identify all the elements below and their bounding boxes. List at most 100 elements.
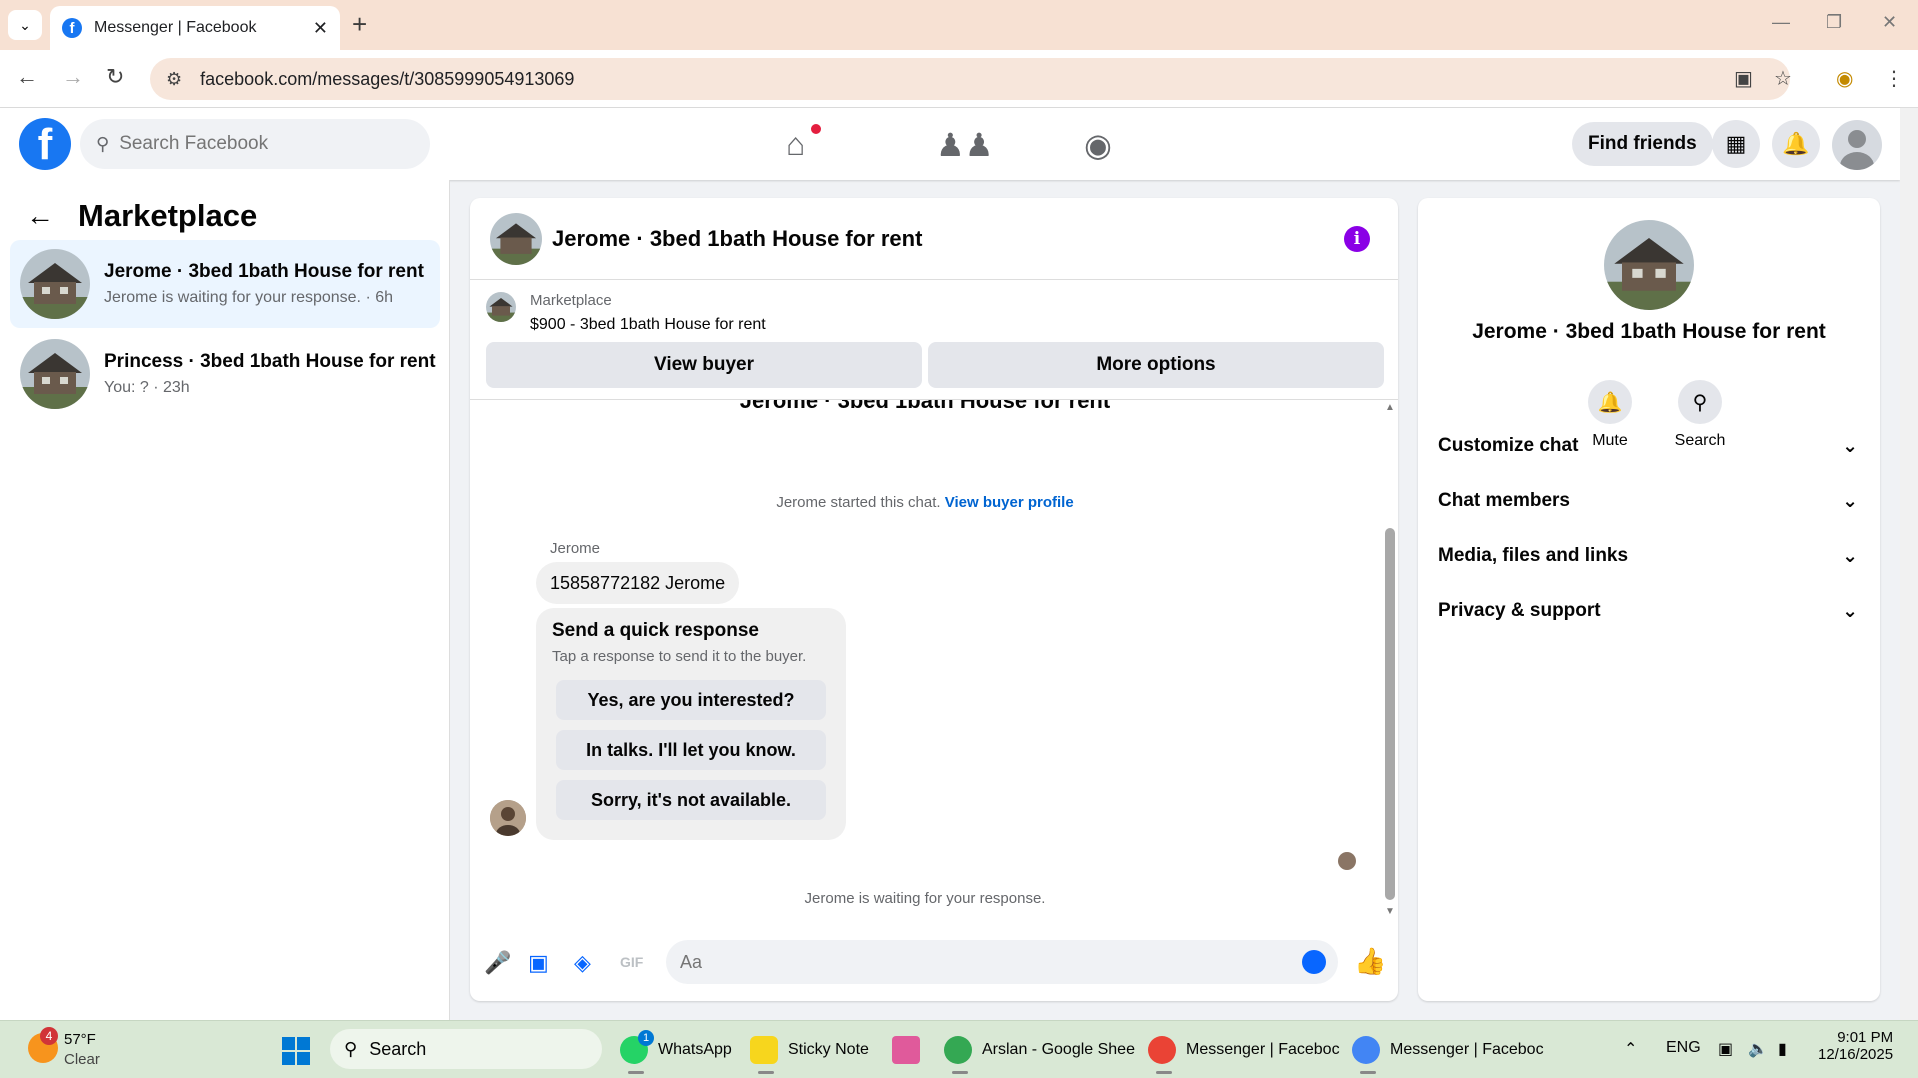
chrome-icon	[944, 1036, 972, 1064]
search-icon: ⚲	[344, 1038, 358, 1059]
taskbar-search[interactable]: ⚲ Search	[330, 1029, 602, 1069]
friends-icon[interactable]: ♟♟	[936, 126, 993, 164]
microphone-icon[interactable]: 🎤	[484, 950, 511, 976]
chat-started-note: Jerome started this chat. View buyer pro…	[470, 494, 1380, 511]
start-button[interactable]	[282, 1037, 310, 1065]
conversation-item[interactable]: Jerome · 3bed 1bath House for rent Jerom…	[10, 240, 440, 328]
more-options-button[interactable]: More options	[928, 342, 1384, 388]
chevron-up-icon[interactable]: ⌃	[1624, 1039, 1637, 1059]
battery-icon[interactable]: ▮	[1778, 1039, 1787, 1059]
chat-members-row[interactable]: Chat members ⌄	[1438, 481, 1858, 521]
sidebar-title: Marketplace	[78, 198, 258, 233]
taskbar-chrome-messenger[interactable]: Messenger | Faceboc	[1352, 1031, 1544, 1069]
scroll-up-icon[interactable]: ▲	[1385, 402, 1395, 413]
clock-date: 12/16/2025	[1818, 1046, 1894, 1063]
taskbar-chrome-messenger[interactable]: Messenger | Faceboc	[1148, 1031, 1340, 1069]
facebook-header: f ⚲ ⌂ ♟♟ ◉ Find friends ▦ 🔔	[0, 108, 1900, 180]
chevron-down-icon: ⌄	[1842, 545, 1858, 567]
scroll-down-icon[interactable]: ▼	[1385, 906, 1395, 917]
quick-response-card: Send a quick response Tap a response to …	[536, 608, 846, 840]
restore-icon[interactable]: ❐	[1826, 12, 1842, 33]
quick-reply-button[interactable]: In talks. I'll let you know.	[556, 730, 826, 770]
install-app-icon[interactable]: ▣	[1734, 66, 1753, 91]
minimize-icon[interactable]: —	[1772, 12, 1790, 33]
sender-name: Jerome	[550, 540, 601, 557]
chat-avatar[interactable]	[490, 212, 542, 265]
bookmark-star-icon[interactable]: ☆	[1774, 66, 1792, 91]
listing-price: $900 - 3bed 1bath House for rent	[530, 316, 766, 333]
app-label: WhatsApp	[658, 1041, 732, 1058]
home-icon[interactable]: ⌂	[786, 126, 805, 163]
message-input-box[interactable]	[666, 940, 1338, 984]
taskbar-clock[interactable]: 9:01 PM 12/16/2025	[1818, 1029, 1893, 1063]
menu-grid-icon[interactable]: ▦	[1712, 120, 1760, 168]
details-title: Jerome · 3bed 1bath House for rent	[1472, 320, 1826, 343]
section-label: Customize chat	[1438, 435, 1579, 456]
account-avatar[interactable]	[1832, 120, 1882, 170]
language-indicator[interactable]: ENG	[1666, 1039, 1701, 1057]
taskbar-snipping-tool[interactable]	[892, 1031, 930, 1069]
customize-chat-row[interactable]: Customize chat ⌄	[1438, 426, 1858, 466]
forward-icon[interactable]: →	[62, 64, 84, 90]
find-friends-button[interactable]: Find friends	[1572, 122, 1713, 166]
url-text: facebook.com/messages/t/3085999054913069	[200, 68, 575, 89]
groups-icon[interactable]: ◉	[1084, 126, 1112, 164]
quick-reply-button[interactable]: Sorry, it's not available.	[556, 780, 826, 820]
running-indicator	[758, 1071, 774, 1074]
facebook-search-input[interactable]	[119, 133, 400, 155]
taskbar-sticky-notes[interactable]: Sticky Note	[750, 1031, 869, 1069]
bell-icon[interactable]: 🔔	[1772, 120, 1820, 168]
info-icon[interactable]: i	[1344, 226, 1370, 252]
app-label: Messenger | Faceboc	[1186, 1041, 1340, 1058]
reload-icon[interactable]: ↻	[106, 64, 124, 90]
emoji-icon[interactable]	[1302, 950, 1326, 974]
waiting-status: Jerome is waiting for your response.	[804, 890, 1046, 907]
app-label: Sticky Note	[788, 1041, 869, 1058]
media-files-links-row[interactable]: Media, files and links ⌄	[1438, 536, 1858, 576]
profile-icon[interactable]: ◉	[1836, 66, 1853, 91]
view-buyer-button[interactable]: View buyer	[486, 342, 922, 388]
window-close-icon[interactable]: ✕	[1882, 12, 1897, 33]
taskbar-chrome-sheets[interactable]: Arslan - Google Shee	[944, 1031, 1135, 1069]
chevron-down-icon: ⌄	[1842, 490, 1858, 512]
new-tab-button[interactable]: +	[352, 10, 367, 38]
volume-icon[interactable]: 🔈	[1748, 1039, 1768, 1059]
quick-reply-button[interactable]: Yes, are you interested?	[556, 680, 826, 720]
message-input[interactable]	[680, 951, 1240, 973]
taskbar-whatsapp[interactable]: 1 WhatsApp	[620, 1030, 732, 1069]
gif-icon[interactable]: GIF	[620, 954, 643, 970]
browser-menu-icon[interactable]: ⋮	[1884, 66, 1904, 91]
browser-tab[interactable]: f Messenger | Facebook ✕	[50, 6, 340, 50]
chat-profile-photo[interactable]	[1604, 220, 1694, 310]
sticker-icon[interactable]: ◈	[574, 950, 591, 976]
sender-avatar[interactable]	[490, 800, 526, 836]
facebook-favicon-icon: f	[62, 18, 82, 38]
page-scrollbar[interactable]	[1900, 108, 1918, 1020]
close-icon[interactable]: ✕	[313, 18, 328, 39]
sticky-notes-icon	[750, 1036, 778, 1064]
chat-scrollbar[interactable]: ▲ ▼	[1382, 400, 1398, 920]
tab-title: Messenger | Facebook	[94, 19, 257, 36]
address-bar-row: ← → ↻ ⚙ facebook.com/messages/t/30859990…	[0, 50, 1918, 108]
view-buyer-profile-link[interactable]: View buyer profile	[945, 494, 1074, 511]
site-info-icon[interactable]: ⚙	[166, 69, 182, 90]
back-icon[interactable]: ←	[16, 64, 38, 90]
facebook-search[interactable]: ⚲	[80, 119, 430, 169]
chat-title[interactable]: Jerome · 3bed 1bath House for rent	[552, 226, 922, 252]
tab-search-button[interactable]: ⌄	[8, 10, 42, 40]
message-bubble[interactable]: 15858772182 Jerome	[536, 562, 740, 604]
running-indicator	[1156, 1071, 1172, 1074]
back-arrow-icon[interactable]: ←	[26, 200, 54, 232]
message-list: Jerome · 3bed 1bath House for rent Jerom…	[470, 400, 1380, 920]
house-thumbnail	[20, 339, 90, 409]
started-text: Jerome started this chat.	[776, 494, 941, 511]
privacy-support-row[interactable]: Privacy & support ⌄	[1438, 591, 1858, 631]
network-icon[interactable]: ▣	[1718, 1039, 1733, 1059]
thumbs-up-icon[interactable]: 👍	[1354, 946, 1386, 977]
windows-taskbar: 4 57°F Clear ⚲ Search 1 WhatsApp Sticky …	[0, 1020, 1918, 1078]
photo-icon[interactable]: ▣	[528, 950, 549, 976]
scroll-thumb[interactable]	[1385, 528, 1395, 900]
url-field[interactable]: ⚙ facebook.com/messages/t/30859990549130…	[150, 58, 1790, 100]
conversation-item[interactable]: Princess · 3bed 1bath House for rent You…	[10, 330, 440, 418]
facebook-logo[interactable]: f	[19, 118, 71, 170]
